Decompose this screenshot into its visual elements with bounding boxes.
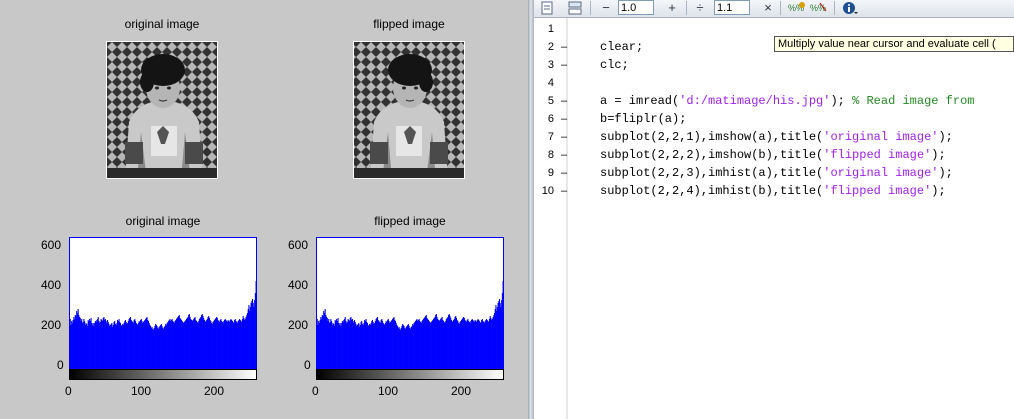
grayscale-bar-flipped: [316, 369, 504, 380]
insert-cell-icon[interactable]: [540, 1, 554, 15]
axes-title-flipped: flipped image: [373, 17, 445, 31]
breakpoint-marker[interactable]: –: [561, 59, 567, 71]
line-number: 1: [547, 23, 554, 35]
y-tick: 200: [41, 318, 62, 332]
cell-divider-bar: [566, 18, 568, 419]
code-text: );: [931, 184, 946, 198]
histogram-original: [69, 237, 257, 369]
code-string: 'd:/matimage/his.jpg': [679, 94, 831, 108]
code-text: );: [830, 94, 853, 108]
toolbar-separator: [590, 1, 591, 15]
y-tick: 600: [288, 238, 309, 252]
code-text: clear;: [600, 40, 644, 54]
x-tick: 200: [204, 384, 225, 398]
y-tick: 400: [41, 278, 62, 292]
line-number: 4: [547, 77, 554, 89]
histogram-flipped: [316, 237, 504, 369]
show-cell-titles-icon[interactable]: %%: [788, 1, 806, 15]
line-number: 10: [541, 185, 554, 197]
x-tick: 0: [312, 384, 319, 398]
code-text: b=fliplr(a);: [600, 112, 687, 126]
line-number: 6: [547, 113, 554, 125]
breakpoint-marker[interactable]: –: [561, 113, 567, 125]
code-line-10[interactable]: subplot(2,2,4),imhist(b),title('flipped …: [600, 184, 946, 198]
multiply-button[interactable]: ×: [762, 1, 774, 15]
decrement-button[interactable]: −: [600, 1, 612, 15]
toolbar-separator: [834, 1, 835, 15]
breakpoint-marker[interactable]: –: [561, 41, 567, 53]
evaluate-cell-icon[interactable]: [568, 1, 582, 15]
cell-toolbar: − + ÷ × %% %%: [534, 0, 1014, 18]
x-tick: 0: [65, 384, 72, 398]
code-line-8[interactable]: subplot(2,2,2),imshow(b),title('flipped …: [600, 148, 946, 162]
axes-title-original: original image: [124, 17, 200, 31]
line-number: 2: [547, 41, 554, 53]
decrement-value-field[interactable]: [618, 0, 654, 15]
line-number: 8: [547, 149, 554, 161]
y-tick: 400: [288, 278, 309, 292]
hide-cell-titles-icon[interactable]: %%: [810, 1, 828, 15]
code-editor: − + ÷ × %% %% 1 2 3 4 5 6 7 8 9 10 – – –…: [534, 0, 1014, 419]
code-text: clc;: [600, 58, 629, 72]
divide-value-field[interactable]: [714, 0, 750, 15]
toolbar-separator: [686, 1, 687, 15]
code-text: );: [938, 166, 953, 180]
code-line-3[interactable]: clc;: [600, 58, 629, 72]
original-image: [106, 41, 218, 179]
code-text: );: [931, 148, 946, 162]
code-string: 'original image': [823, 166, 939, 180]
y-tick: 600: [41, 238, 62, 252]
toolbar-tooltip: Multiply value near cursor and evaluate …: [774, 36, 1014, 52]
code-line-5[interactable]: a = imread('d:/matimage/his.jpg'); % Rea…: [600, 94, 974, 108]
x-tick: 100: [378, 384, 399, 398]
breakpoint-marker[interactable]: –: [561, 167, 567, 179]
line-number: 3: [547, 59, 554, 71]
code-line-2[interactable]: clear;: [600, 40, 643, 54]
breakpoint-marker[interactable]: –: [561, 95, 567, 107]
figure-window: original image flipped image original im…: [0, 0, 528, 419]
y-tick: 0: [57, 358, 64, 372]
y-tick: 200: [288, 318, 309, 332]
code-comment: % Read image from: [852, 94, 975, 108]
code-text: subplot(2,2,2),imshow(b),title(: [600, 148, 824, 162]
code-line-9[interactable]: subplot(2,2,3),imhist(a),title('original…: [600, 166, 953, 180]
breakpoint-marker[interactable]: –: [561, 185, 567, 197]
code-text: subplot(2,2,1),imshow(a),title(: [600, 130, 824, 144]
code-line-7[interactable]: subplot(2,2,1),imshow(a),title('original…: [600, 130, 953, 144]
increment-button[interactable]: +: [666, 1, 678, 15]
line-number: 5: [547, 95, 554, 107]
code-string: 'flipped image': [823, 184, 932, 198]
flipped-image: [353, 41, 465, 179]
line-number: 9: [547, 167, 554, 179]
code-text: );: [938, 130, 953, 144]
code-line-6[interactable]: b=fliplr(a);: [600, 112, 686, 126]
x-tick: 200: [451, 384, 472, 398]
code-text: subplot(2,2,4),imhist(b),title(: [600, 184, 824, 198]
info-icon[interactable]: [842, 1, 858, 15]
hist-title-flipped: flipped image: [374, 214, 446, 228]
toolbar-separator: [780, 1, 781, 15]
x-tick: 100: [131, 384, 152, 398]
code-string: 'flipped image': [823, 148, 932, 162]
code-text: subplot(2,2,3),imhist(a),title(: [600, 166, 824, 180]
y-tick: 0: [304, 358, 311, 372]
grayscale-bar-original: [69, 369, 257, 380]
breakpoint-marker[interactable]: –: [561, 131, 567, 143]
breakpoint-marker[interactable]: –: [561, 149, 567, 161]
divide-button[interactable]: ÷: [694, 1, 706, 15]
code-text: a = imread(: [600, 94, 680, 108]
code-string: 'original image': [823, 130, 939, 144]
hist-title-original: original image: [125, 214, 201, 228]
line-number: 7: [547, 131, 554, 143]
